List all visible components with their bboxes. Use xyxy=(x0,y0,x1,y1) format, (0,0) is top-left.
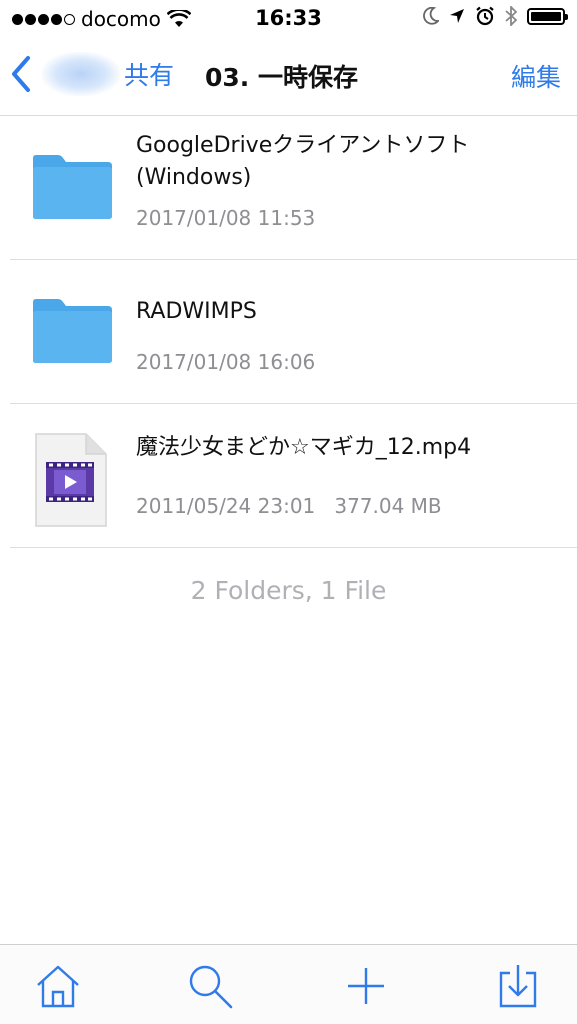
status-right xyxy=(423,6,568,26)
file-date: 2017/01/08 11:53 xyxy=(136,206,316,230)
download-icon xyxy=(499,965,537,1008)
add-icon xyxy=(348,968,384,1004)
home-tab[interactable] xyxy=(33,961,83,1011)
edit-button[interactable]: 編集 xyxy=(511,58,561,94)
battery-icon xyxy=(527,7,568,25)
location-arrow-icon xyxy=(450,9,464,23)
search-icon xyxy=(189,965,233,1009)
blurred-account-name xyxy=(42,52,120,96)
tab-bar xyxy=(0,944,577,1024)
add-tab[interactable] xyxy=(341,961,391,1011)
chevron-left-icon xyxy=(12,56,30,92)
list-item[interactable]: RADWIMPS 2017/01/08 16:06 xyxy=(10,260,577,404)
status-bar: docomo 16:33 xyxy=(0,0,577,38)
item-count-summary: 2 Folders, 1 File xyxy=(190,576,387,605)
video-file-icon xyxy=(34,432,108,532)
alarm-icon xyxy=(476,6,494,26)
file-date: 2017/01/08 16:06 xyxy=(136,350,316,374)
file-name: RADWIMPS xyxy=(136,299,257,324)
search-tab[interactable] xyxy=(185,961,235,1011)
back-label: 共有 xyxy=(124,61,175,90)
back-button[interactable]: 共有 xyxy=(10,52,174,96)
page-title: 03. 一時保存 xyxy=(205,63,358,92)
file-name: GoogleDriveクライアントソフト (Windows) xyxy=(136,133,470,190)
navigation-bar: 共有 03. 一時保存 編集 xyxy=(0,38,577,116)
list-item[interactable]: GoogleDriveクライアントソフト (Windows) 2017/01/0… xyxy=(10,116,577,260)
screen: docomo 16:33 共有 03. 一時保存 編集 GoogleDriveク… xyxy=(0,0,577,1024)
file-name: 魔法少女まどか☆マギカ_12.mp4 xyxy=(136,435,472,460)
moon-icon xyxy=(423,7,439,25)
file-list: GoogleDriveクライアントソフト (Windows) 2017/01/0… xyxy=(0,116,577,548)
folder-icon xyxy=(30,298,114,368)
file-date-size: 2011/05/24 23:01 377.04 MB xyxy=(136,494,442,518)
download-tab[interactable] xyxy=(493,961,543,1011)
bluetooth-icon xyxy=(505,6,517,26)
home-icon xyxy=(37,965,79,1008)
folder-icon xyxy=(30,154,114,224)
list-item[interactable]: 魔法少女まどか☆マギカ_12.mp4 2011/05/24 23:01 377.… xyxy=(10,404,577,548)
